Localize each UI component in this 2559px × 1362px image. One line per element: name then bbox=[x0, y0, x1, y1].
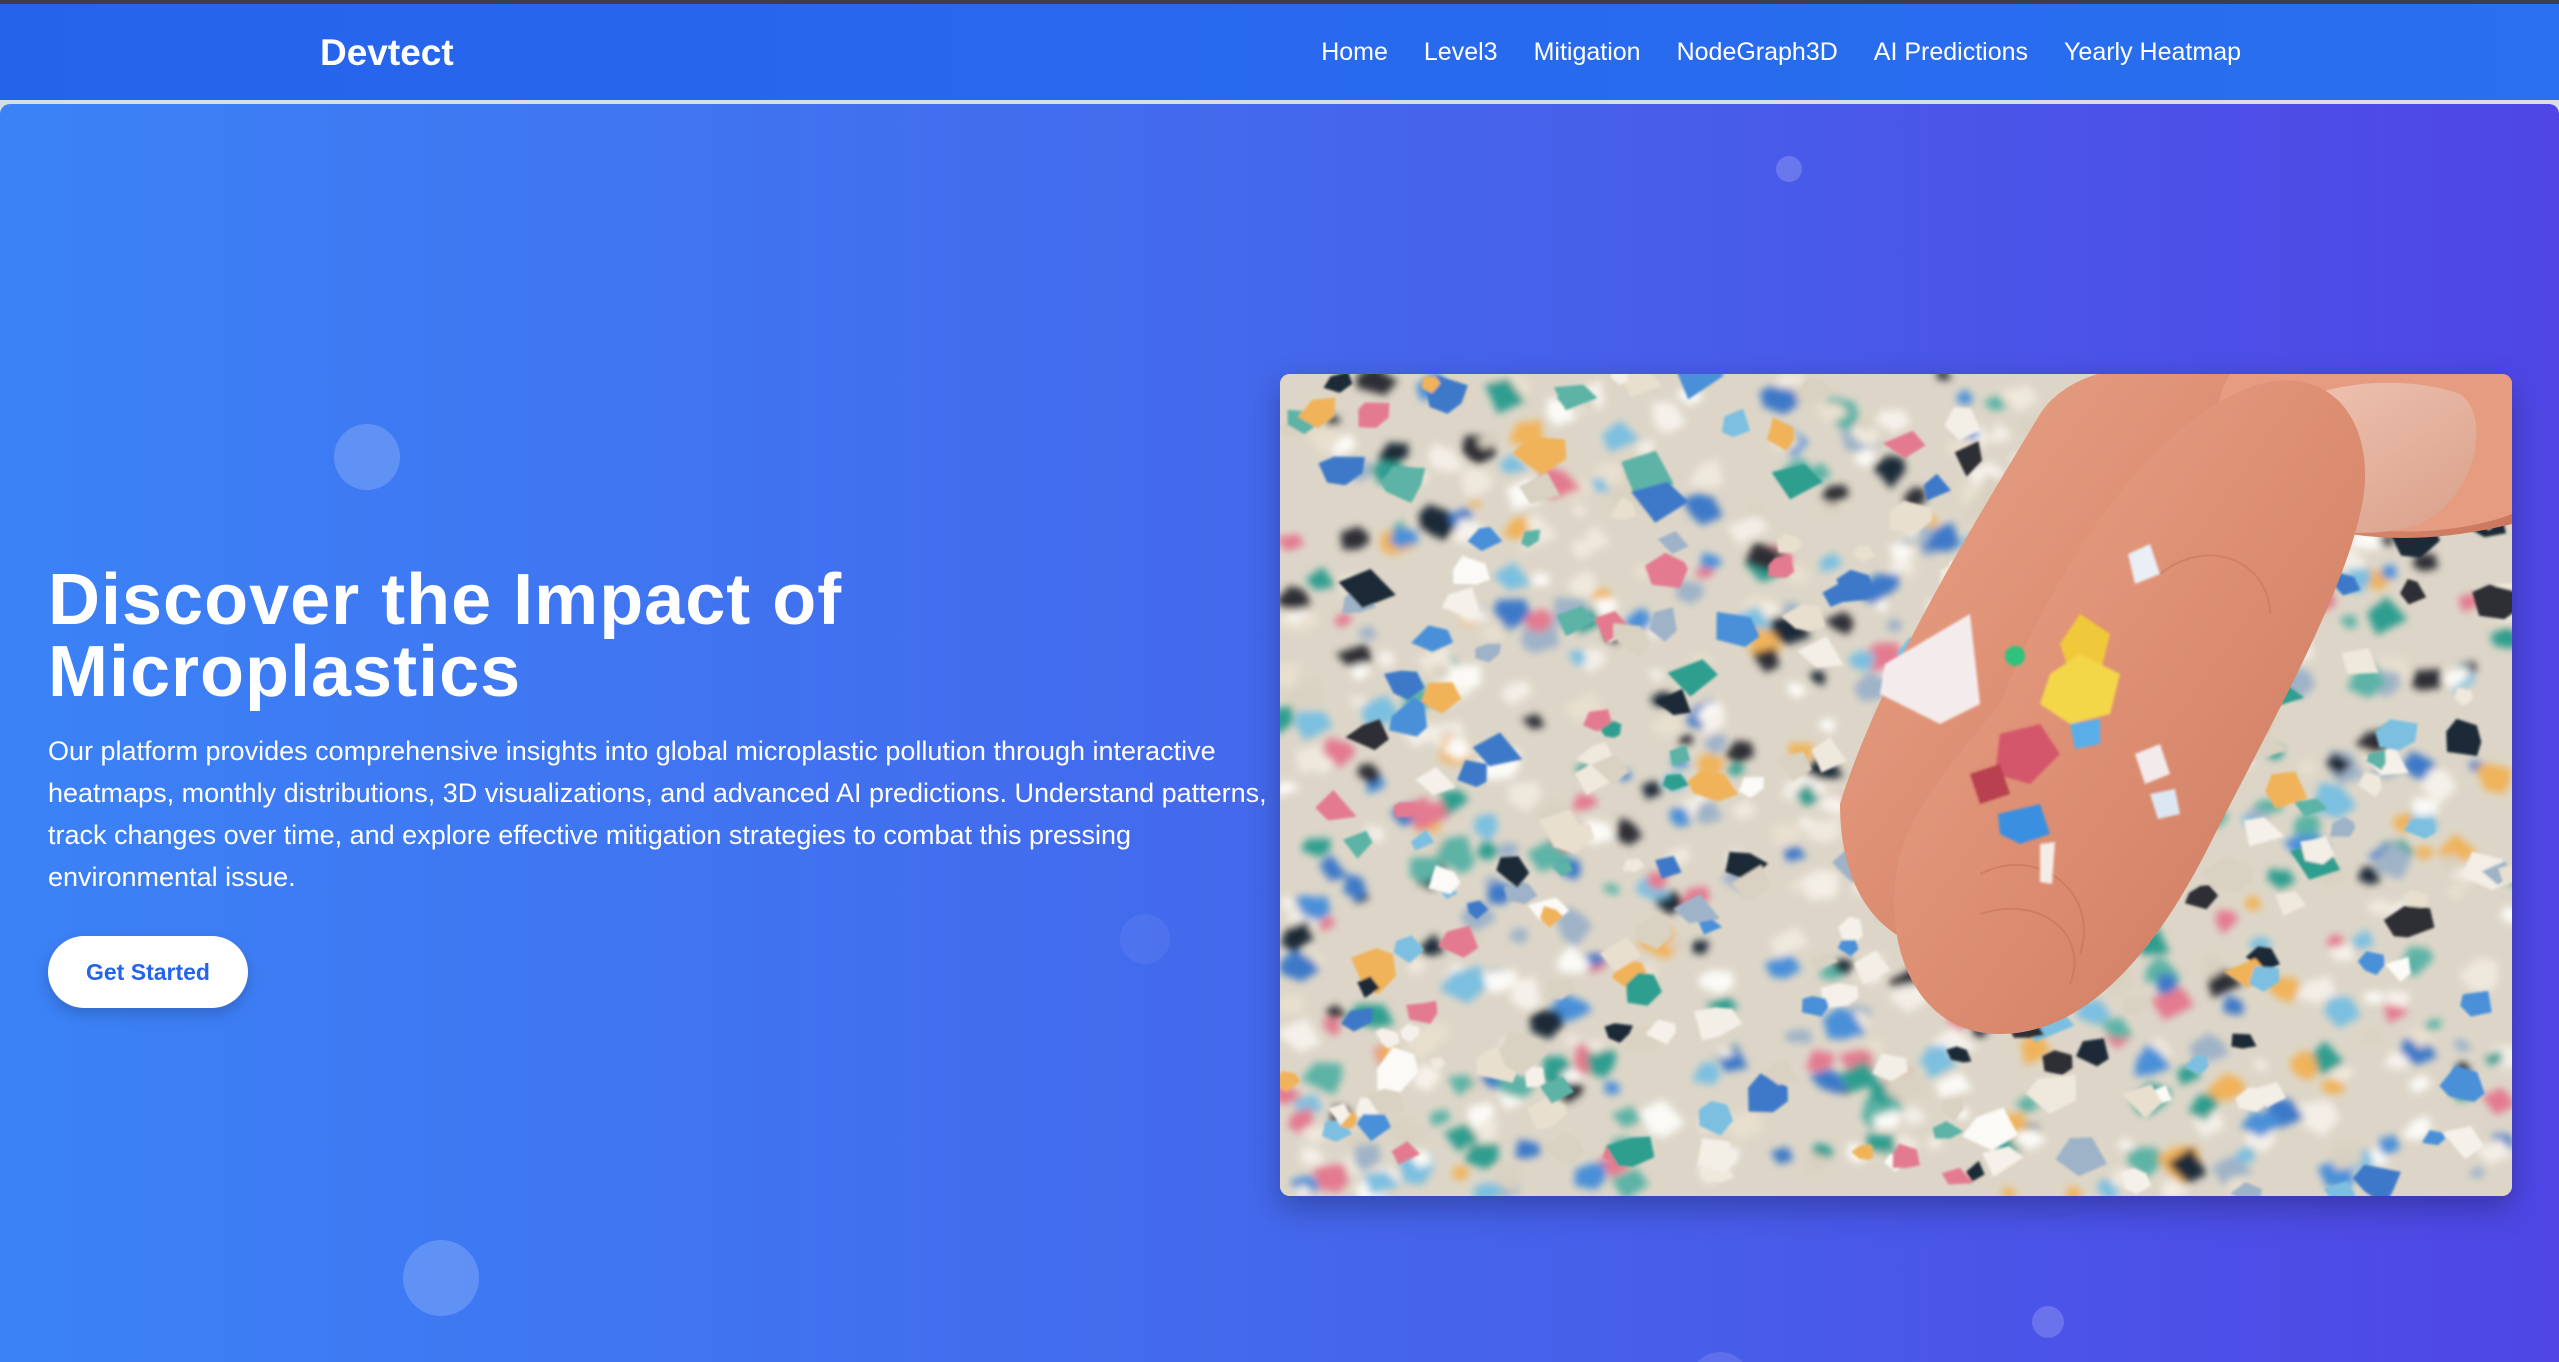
hero-title: Discover the Impact of Microplastics bbox=[48, 564, 1248, 708]
get-started-button[interactable]: Get Started bbox=[48, 936, 248, 1008]
nav-links: Home Level3 Mitigation NodeGraph3D AI Pr… bbox=[1321, 4, 2241, 100]
decorative-bubble bbox=[2032, 1306, 2064, 1338]
decorative-bubble bbox=[1690, 1352, 1750, 1362]
nav-link-home[interactable]: Home bbox=[1321, 38, 1388, 67]
hero-section: Discover the Impact of Microplastics Our… bbox=[0, 104, 2559, 1362]
hero-title-line-2: Microplastics bbox=[48, 632, 522, 712]
decorative-bubble bbox=[1120, 914, 1170, 964]
navbar: Devtect Home Level3 Mitigation NodeGraph… bbox=[0, 4, 2559, 100]
microplastics-photo bbox=[1280, 374, 2512, 1196]
nav-link-level3[interactable]: Level3 bbox=[1424, 38, 1498, 67]
brand-logo[interactable]: Devtect bbox=[320, 32, 454, 74]
decorative-bubble bbox=[334, 424, 400, 490]
decorative-bubble bbox=[403, 1240, 479, 1316]
nav-link-nodegraph3d[interactable]: NodeGraph3D bbox=[1677, 38, 1838, 67]
hero-description: Our platform provides comprehensive insi… bbox=[48, 736, 1267, 892]
plastic-fragment bbox=[1280, 994, 1305, 1013]
hero-image bbox=[1280, 374, 2512, 1196]
nav-link-yearly-heatmap[interactable]: Yearly Heatmap bbox=[2064, 38, 2241, 67]
nav-link-ai-predictions[interactable]: AI Predictions bbox=[1874, 38, 2028, 67]
nav-link-mitigation[interactable]: Mitigation bbox=[1534, 38, 1641, 67]
decorative-bubble bbox=[1776, 156, 1802, 182]
plastic-fragment bbox=[2411, 669, 2443, 691]
hero-title-line-1: Discover the Impact of bbox=[48, 560, 843, 640]
